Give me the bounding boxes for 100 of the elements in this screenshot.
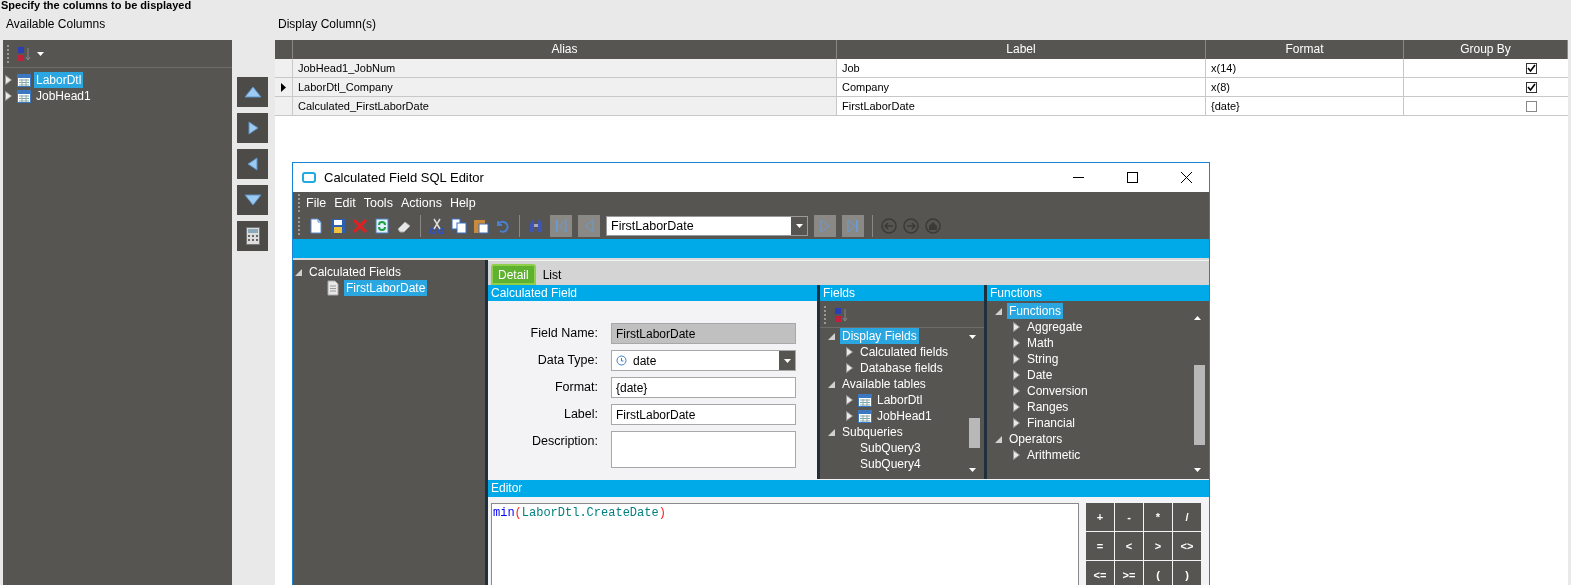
collapse-arrow-icon[interactable] [995,435,1002,443]
scroll-down-icon[interactable] [1194,468,1201,472]
column-header[interactable]: Label [837,40,1206,59]
binoculars-icon[interactable] [528,218,544,234]
refresh-icon[interactable] [374,218,390,234]
dropdown-caret-icon[interactable] [795,224,803,228]
checkbox[interactable] [1526,100,1537,112]
operator-button[interactable]: >= [1115,561,1143,585]
select-field[interactable]: date [611,350,796,371]
operator-button[interactable]: - [1115,503,1143,531]
tree-item[interactable]: Financial [1025,415,1078,431]
row-header[interactable] [275,78,293,97]
add-button[interactable] [237,113,268,143]
expand-arrow-icon[interactable] [1013,386,1020,396]
collapse-arrow-icon[interactable] [828,380,835,388]
caret-icon[interactable] [37,51,44,56]
header-corner [275,40,293,59]
operator-button[interactable]: = [1086,532,1114,560]
input-field[interactable]: FirstLaborDate [611,404,796,425]
tree-item[interactable]: Arithmetic [1025,447,1083,463]
column-header[interactable]: Alias [293,40,837,59]
expand-arrow-icon[interactable] [5,75,12,85]
operator-button[interactable]: < [1115,532,1143,560]
copy-icon[interactable] [451,218,467,234]
up-arrow-icon [243,85,262,99]
record-dropdown[interactable]: FirstLaborDate [606,216,808,236]
menu-item[interactable]: File [302,195,331,210]
scrollbar-thumb[interactable] [1194,365,1205,445]
collapse-arrow-icon[interactable] [995,307,1002,315]
scrollbar-thumb[interactable] [969,418,980,448]
scroll-down-icon[interactable] [969,468,976,472]
operator-button[interactable]: ) [1173,561,1201,585]
tree-item[interactable]: Subqueries [840,424,905,440]
operator-button[interactable]: > [1144,532,1172,560]
table-cell: Job [837,59,1206,78]
column-header[interactable]: Group By [1404,40,1568,59]
operator-button[interactable]: <= [1086,561,1114,585]
tree-item[interactable]: Conversion [1025,383,1090,399]
expand-arrow-icon[interactable] [846,347,853,357]
move-up-button[interactable] [237,77,268,107]
collapse-arrow-icon[interactable] [828,428,835,436]
operator-button[interactable]: + [1086,503,1114,531]
tree-item[interactable]: Calculated Fields [307,264,404,280]
expand-arrow-icon[interactable] [5,91,12,101]
expand-arrow-icon[interactable] [846,395,853,405]
expand-arrow-icon[interactable] [1013,370,1020,380]
paste-icon[interactable] [473,218,489,234]
tree-item[interactable]: Database fields [858,360,945,376]
new-document-icon[interactable] [308,218,324,234]
tree-item[interactable]: String [1025,351,1061,367]
collapse-arrow-icon[interactable] [828,332,835,340]
window-title: Calculated Field SQL Editor [324,170,485,185]
move-down-button[interactable] [237,185,268,215]
tree-item[interactable]: Ranges [1025,399,1071,415]
tree-item[interactable]: Aggregate [1025,319,1085,335]
scroll-up-icon[interactable] [1194,316,1201,320]
checkbox[interactable] [1526,81,1537,93]
tree-item[interactable]: LaborDtl [875,392,925,408]
tree-item[interactable]: Date [1025,367,1055,383]
document-icon [325,280,341,296]
expand-arrow-icon[interactable] [846,363,853,373]
expand-arrow-icon[interactable] [1013,402,1020,412]
remove-button[interactable] [237,149,268,179]
tree-item[interactable]: Available tables [840,376,928,392]
checkbox[interactable] [1526,62,1537,74]
operator-button[interactable]: / [1173,503,1201,531]
menu-item[interactable]: Tools [359,195,397,210]
page-title: Specify the columns to be displayed [0,0,193,12]
tab[interactable]: List [537,264,567,285]
scissors-icon[interactable] [429,218,445,234]
tree-item[interactable]: SubQuery4 [858,456,923,472]
expand-arrow-icon[interactable] [1013,354,1020,364]
table-cell: Calculated_FirstLaborDate [293,97,837,116]
table-cell: FirstLaborDate [837,97,1206,116]
input-field[interactable]: FirstLaborDate [611,323,796,344]
code-editor[interactable]: min(LaborDtl.CreateDate) [491,503,1079,585]
menu-item[interactable]: Actions [396,195,446,210]
calculator-button[interactable] [237,221,268,251]
collapse-arrow-icon[interactable] [295,268,302,276]
tree-item[interactable]: SubQuery3 [858,440,923,456]
expand-arrow-icon[interactable] [1013,418,1020,428]
tree-item[interactable]: Calculated fields [858,344,951,360]
expand-arrow-icon[interactable] [1013,450,1020,460]
expand-arrow-icon[interactable] [1013,322,1020,332]
menu-item[interactable]: Help [445,195,480,210]
scroll-up-icon[interactable] [969,335,976,339]
tree-item[interactable]: JobHead1 [34,88,93,104]
tree-item[interactable]: Operators [1007,431,1065,447]
expand-arrow-icon[interactable] [846,411,853,421]
input-field[interactable]: {date} [611,377,796,398]
operator-button[interactable]: ( [1144,561,1172,585]
save-icon[interactable] [330,218,346,234]
menu-item[interactable]: Edit [330,195,360,210]
operator-button[interactable]: <> [1173,532,1201,560]
expand-arrow-icon[interactable] [1013,338,1020,348]
tree-item[interactable]: Math [1025,335,1056,351]
dropdown-caret-icon[interactable] [783,358,791,363]
column-header[interactable]: Format [1206,40,1404,59]
tree-item[interactable]: JobHead1 [875,408,934,424]
operator-button[interactable]: * [1144,503,1172,531]
